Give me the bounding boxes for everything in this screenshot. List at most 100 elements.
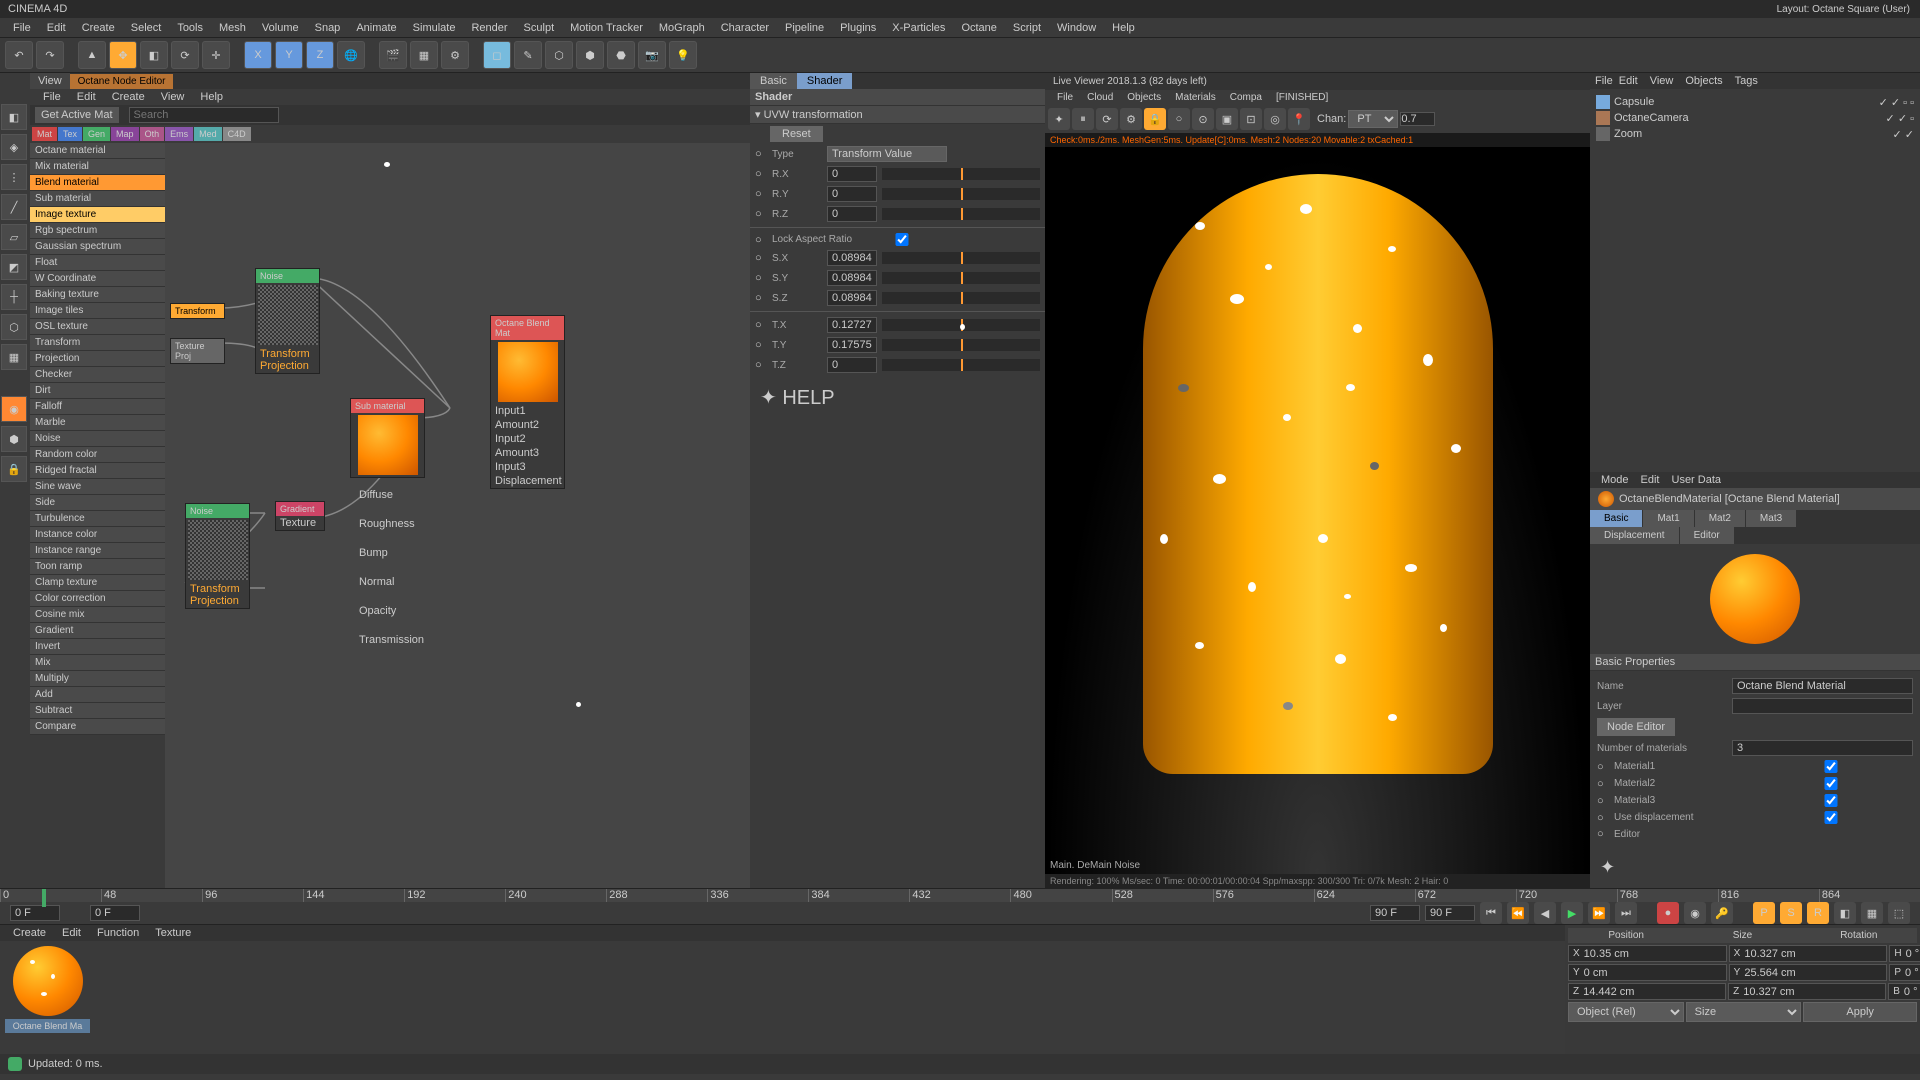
node-list[interactable]: Octane material Mix material Blend mater… [30, 143, 165, 888]
list-turbulence[interactable]: Turbulence [30, 511, 165, 527]
sx-slider[interactable] [882, 252, 1040, 264]
viewer-menu-materials[interactable]: Materials [1168, 92, 1223, 103]
tl-start-input[interactable] [10, 905, 60, 921]
camera-icon[interactable]: 📷 [638, 41, 666, 69]
cat-c4d[interactable]: C4D [223, 127, 251, 141]
tl-playrev-icon[interactable]: ◀ [1534, 902, 1556, 924]
rx-slider[interactable] [882, 168, 1040, 180]
node-texture-proj[interactable]: Texture Proj [170, 338, 225, 364]
get-active-mat-button[interactable]: Get Active Mat [35, 107, 119, 123]
menu-edit[interactable]: Edit [39, 22, 74, 34]
tl-param-icon[interactable]: ◧ [1834, 902, 1856, 924]
menu-plugins[interactable]: Plugins [832, 22, 884, 34]
ne-menu-create[interactable]: Create [104, 91, 153, 103]
list-w-coordinate[interactable]: W Coordinate [30, 271, 165, 287]
viewer-pick-icon[interactable]: ⊙ [1192, 108, 1214, 130]
tree-capsule[interactable]: Capsule ✓ ✓ ▫ ▫ [1595, 94, 1915, 110]
sy-input[interactable] [827, 270, 877, 286]
node-sub-material[interactable]: Sub material [350, 398, 425, 478]
list-add[interactable]: Add [30, 687, 165, 703]
uv-mode-icon[interactable]: ◩ [1, 254, 27, 280]
axis-x-icon[interactable]: X [244, 41, 272, 69]
tx-input[interactable] [827, 317, 877, 333]
viewer-lock-icon[interactable]: 🔒 [1144, 108, 1166, 130]
axis-mode-icon[interactable]: ┼ [1, 284, 27, 310]
menu-snap[interactable]: Snap [307, 22, 349, 34]
render-region-icon[interactable]: ▦ [410, 41, 438, 69]
size-z-input[interactable] [1743, 984, 1885, 999]
tl-prev-icon[interactable]: ⏪ [1507, 902, 1529, 924]
attr-tab-mat3[interactable]: Mat3 [1746, 510, 1797, 527]
attr-tab-displacement[interactable]: Displacement [1590, 527, 1680, 544]
viewer-region-icon[interactable]: ▣ [1216, 108, 1238, 130]
tree-menu-objects[interactable]: Objects [1679, 75, 1728, 87]
list-mix-material[interactable]: Mix material [30, 159, 165, 175]
cube-primitive-icon[interactable]: ◻ [483, 41, 511, 69]
undo-icon[interactable]: ↶ [5, 41, 33, 69]
rot-b-input[interactable] [1904, 984, 1920, 999]
list-instance-range[interactable]: Instance range [30, 543, 165, 559]
cat-ems[interactable]: Ems [165, 127, 193, 141]
world-icon[interactable]: 🌐 [337, 41, 365, 69]
menu-tools[interactable]: Tools [169, 22, 211, 34]
cat-map[interactable]: Map [111, 127, 139, 141]
material-item[interactable]: Octane Blend Ma [5, 946, 90, 1049]
viewer-focus-icon[interactable]: ◎ [1264, 108, 1286, 130]
point-mode-icon[interactable]: ⋮ [1, 164, 27, 190]
tree-menu-edit[interactable]: Edit [1613, 75, 1644, 87]
rx-input[interactable] [827, 166, 877, 182]
tl-end2-input[interactable] [1425, 905, 1475, 921]
list-compare[interactable]: Compare [30, 719, 165, 735]
size-y-input[interactable] [1744, 965, 1886, 980]
menu-animate[interactable]: Animate [348, 22, 404, 34]
type-select[interactable]: Transform Value [827, 146, 947, 162]
mat3-check[interactable] [1749, 794, 1913, 807]
model-mode-icon[interactable]: ◧ [1, 104, 27, 130]
tl-key-icon[interactable]: 🔑 [1711, 902, 1733, 924]
viewer-refresh-icon[interactable]: ⟳ [1096, 108, 1118, 130]
node-blend-mat[interactable]: Octane Blend Mat Input1 Amount2 Input2 A… [490, 315, 565, 489]
sy-slider[interactable] [882, 272, 1040, 284]
list-multiply[interactable]: Multiply [30, 671, 165, 687]
menu-help[interactable]: Help [1104, 22, 1143, 34]
node-channel-list[interactable]: Diffuse Roughness Bump Normal Opacity Tr… [355, 488, 425, 647]
menu-create[interactable]: Create [74, 22, 123, 34]
texture-mode-icon[interactable]: ◈ [1, 134, 27, 160]
node-noise1[interactable]: Noise Transform Projection [255, 268, 320, 374]
list-mix[interactable]: Mix [30, 655, 165, 671]
tz-slider[interactable] [882, 359, 1040, 371]
list-ridged-fractal[interactable]: Ridged fractal [30, 463, 165, 479]
node-editor-button[interactable]: Node Editor [1597, 718, 1675, 736]
tree-camera[interactable]: OctaneCamera ✓ ✓ ▫ [1595, 110, 1915, 126]
ry-input[interactable] [827, 186, 877, 202]
cat-tex[interactable]: Tex [58, 127, 82, 141]
list-side[interactable]: Side [30, 495, 165, 511]
list-noise[interactable]: Noise [30, 431, 165, 447]
node-gradient[interactable]: Gradient Texture [275, 501, 325, 531]
menu-script[interactable]: Script [1005, 22, 1049, 34]
tl-autokey-icon[interactable]: ◉ [1684, 902, 1706, 924]
menu-file[interactable]: File [5, 22, 39, 34]
node-transform[interactable]: Transform [170, 303, 225, 319]
tl-pla-icon[interactable]: ▦ [1861, 902, 1883, 924]
sx-input[interactable] [827, 250, 877, 266]
usedisp-check[interactable] [1749, 811, 1913, 824]
viewer-pause-icon[interactable]: ⏸ [1072, 108, 1094, 130]
scale-tool-icon[interactable]: ◧ [140, 41, 168, 69]
deformer-icon[interactable]: ⬡ [545, 41, 573, 69]
list-color-correction[interactable]: Color correction [30, 591, 165, 607]
redo-icon[interactable]: ↷ [36, 41, 64, 69]
light-icon[interactable]: 💡 [669, 41, 697, 69]
attr-mode[interactable]: Mode [1595, 474, 1635, 486]
sz-slider[interactable] [882, 292, 1040, 304]
viewer-pin-icon[interactable]: 📍 [1288, 108, 1310, 130]
menu-simulate[interactable]: Simulate [405, 22, 464, 34]
tl-rot-icon[interactable]: R [1807, 902, 1829, 924]
menu-select[interactable]: Select [123, 22, 170, 34]
render-icon[interactable]: 🎬 [379, 41, 407, 69]
rz-slider[interactable] [882, 208, 1040, 220]
list-transform[interactable]: Transform [30, 335, 165, 351]
node-search-input[interactable] [129, 107, 279, 123]
list-toon-ramp[interactable]: Toon ramp [30, 559, 165, 575]
ne-menu-view[interactable]: View [153, 91, 193, 103]
